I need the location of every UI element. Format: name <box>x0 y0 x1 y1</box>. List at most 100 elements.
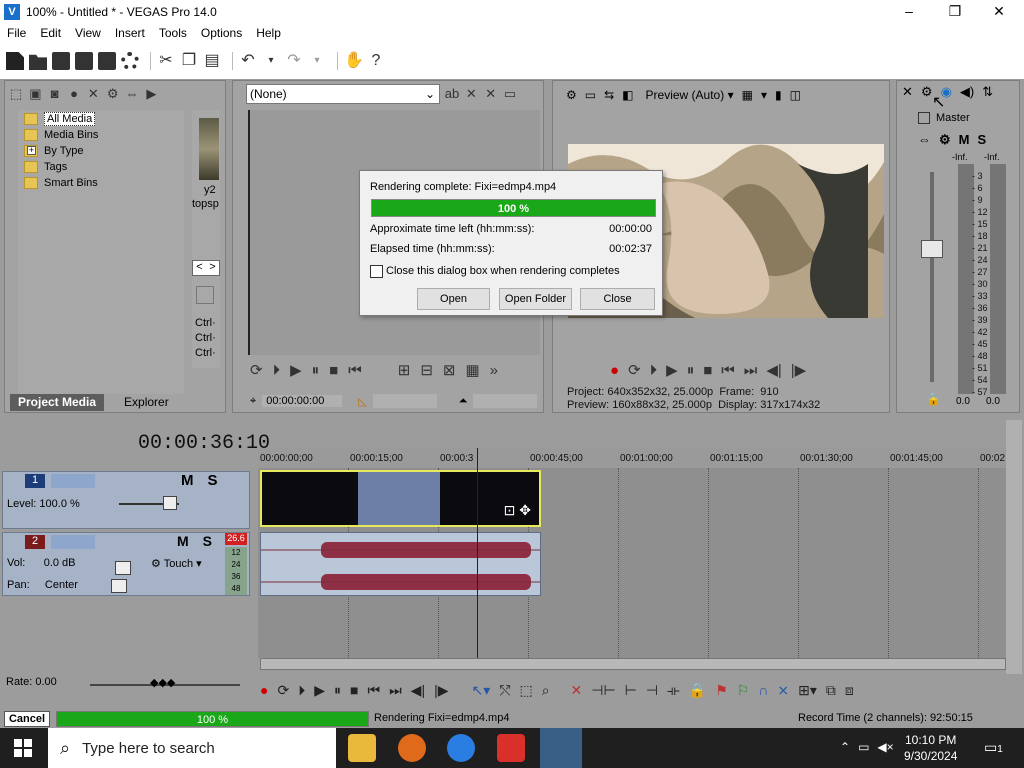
start-preview-icon[interactable]: ▶ <box>143 86 159 102</box>
open-folder-icon[interactable] <box>29 54 47 70</box>
video-solo-button[interactable]: S <box>208 472 218 489</box>
delete-icon[interactable]: ✕ <box>483 86 499 102</box>
master-fx-icon[interactable]: ⇔ <box>918 132 931 148</box>
spellcheck-icon[interactable]: ab <box>444 86 460 102</box>
downloader-icon[interactable] <box>497 734 525 762</box>
timeline-horizontal-scrollbar[interactable] <box>260 658 1006 670</box>
close-when-done-checkbox[interactable] <box>370 265 383 278</box>
chevron-down-icon[interactable]: ▾ <box>761 88 767 102</box>
save-as-icon[interactable] <box>75 52 93 70</box>
tab-project-media[interactable]: Project Media <box>10 394 105 411</box>
menu-file[interactable]: File <box>0 26 33 40</box>
timeline-ruler[interactable]: 00:00:00;00 00:00:15;00 00:00:3 00:00:45… <box>258 448 1006 468</box>
add-to-timeline-icon[interactable]: ⊞ <box>398 361 411 379</box>
open-button[interactable]: Open <box>417 288 490 310</box>
go-start-icon[interactable]: ⏮ <box>367 682 380 699</box>
insert-icon[interactable]: ⊟ <box>420 361 433 379</box>
save-snapshot-icon[interactable]: ◫ <box>790 88 801 102</box>
next-frame-icon[interactable]: |▶ <box>791 361 806 379</box>
tab-explorer[interactable]: Explorer <box>116 394 177 411</box>
stop-icon[interactable]: ■ <box>703 362 712 379</box>
cancel-render-button[interactable]: Cancel <box>4 711 50 727</box>
pan-slider-handle[interactable] <box>111 579 127 593</box>
properties-gear-icon[interactable] <box>121 52 139 70</box>
envelope-tool-icon[interactable]: ⤲ <box>499 682 510 699</box>
go-start-icon[interactable]: ⏮ <box>348 362 362 379</box>
open-folder-button[interactable]: Open Folder <box>499 288 572 310</box>
vol-slider-handle[interactable] <box>115 561 131 575</box>
tree-item-tags[interactable]: Tags <box>24 159 67 175</box>
clear-icon[interactable]: ✕ <box>463 86 479 102</box>
trimmer-media-select[interactable]: (None) ⌄ <box>246 84 440 104</box>
maximize-button[interactable]: ❐ <box>932 0 978 23</box>
audio-clip[interactable] <box>260 532 541 596</box>
master-properties-icon[interactable]: ⚙ <box>939 132 951 148</box>
fill-icon[interactable]: ▦ <box>465 361 479 379</box>
globe-icon[interactable]: ● <box>66 86 82 102</box>
file-explorer-icon[interactable] <box>348 734 376 762</box>
media-fx-icon[interactable]: ⇔ <box>124 86 140 102</box>
lock-icon[interactable]: 🔒 <box>926 392 941 406</box>
mixer-back-icon[interactable]: ✕ <box>902 84 913 102</box>
play-from-start-icon[interactable]: ⏵ <box>298 682 305 699</box>
record-icon[interactable]: ● <box>610 362 619 379</box>
prev-frame-icon[interactable]: ◀| <box>411 682 425 699</box>
new-file-icon[interactable] <box>6 52 24 70</box>
go-end-icon[interactable]: ⏭ <box>389 682 402 699</box>
pause-icon[interactable]: ⏸ <box>312 362 320 379</box>
trimmer-options-icon[interactable]: ▭ <box>502 86 518 102</box>
zoom-tool-icon[interactable]: ⌕ <box>542 682 550 699</box>
video-mute-button[interactable]: M <box>181 472 194 489</box>
minimize-button[interactable]: – <box>886 0 932 23</box>
stop-icon[interactable]: ■ <box>329 362 338 379</box>
marker-icon[interactable]: ⚑ <box>715 682 728 699</box>
close-window-button[interactable]: ✕ <box>976 0 1022 23</box>
downmix-icon[interactable]: ⇅ <box>982 84 993 102</box>
stop-icon[interactable]: ■ <box>350 682 358 698</box>
timeline-cursor[interactable] <box>477 448 478 658</box>
audio-solo-button[interactable]: S <box>203 533 212 549</box>
play-from-start-icon[interactable]: ⏵ <box>650 362 658 379</box>
chevron-up-icon[interactable]: ⌃ <box>840 740 850 754</box>
ripple-icon[interactable]: ⊞▾ <box>798 682 817 699</box>
menu-tools[interactable]: Tools <box>152 26 194 40</box>
save-icon[interactable] <box>52 52 70 70</box>
video-track-name-field[interactable] <box>51 474 95 488</box>
tree-item-smart-bins[interactable]: Smart Bins <box>24 175 98 191</box>
speaker-icon[interactable]: ◀) <box>960 84 974 102</box>
fx-icon[interactable]: ◧ <box>622 88 633 102</box>
rate-slider-handle[interactable]: ◆◆◆ <box>150 676 175 689</box>
go-start-icon[interactable]: ⏮ <box>721 362 735 379</box>
whats-this-help-icon[interactable]: ? <box>367 52 385 70</box>
overlays-icon[interactable]: ▦ <box>742 88 753 102</box>
play-icon[interactable]: ▶ <box>314 682 325 699</box>
delete-icon[interactable]: ✕ <box>571 682 583 699</box>
audio-mute-button[interactable]: M <box>177 533 189 549</box>
media-properties-icon[interactable]: ⚙ <box>105 86 121 102</box>
network-icon[interactable]: ▭ <box>858 740 869 754</box>
undo-icon[interactable]: ↶ <box>239 52 257 70</box>
split-screen-icon[interactable]: ⇆ <box>604 88 614 102</box>
split-icon[interactable]: ⟛ <box>667 682 680 699</box>
taskbar-clock[interactable]: 10:10 PM 9/30/2024 <box>904 732 957 764</box>
loop-icon[interactable]: ⟳ <box>250 361 263 379</box>
tree-item-all-media[interactable]: All Media <box>24 111 96 127</box>
taskbar-search-box[interactable]: ⌕ Type here to search <box>48 728 336 768</box>
touch-mode[interactable]: ⚙ Touch ▾ <box>151 557 202 570</box>
touch-tool-icon[interactable]: ✋ <box>344 52 364 70</box>
undo-dropdown-icon[interactable]: ▾ <box>262 52 280 70</box>
vegas-taskbar-icon[interactable] <box>540 728 582 768</box>
auto-crossfade-icon[interactable]: ⨯ <box>777 682 789 699</box>
overwrite-icon[interactable]: ⊠ <box>443 361 456 379</box>
paste-icon[interactable]: ▤ <box>203 52 221 70</box>
menu-edit[interactable]: Edit <box>33 26 68 40</box>
next-arrow-button[interactable]: > <box>209 261 215 275</box>
prev-frame-icon[interactable]: ◀| <box>766 361 781 379</box>
cut-icon[interactable]: ✂ <box>157 52 175 70</box>
normal-edit-tool-icon[interactable]: ↖▾ <box>471 682 490 699</box>
preview-quality[interactable]: Preview (Auto) ▾ <box>646 88 734 102</box>
volume-icon[interactable]: ◀× <box>877 740 893 754</box>
go-end-icon[interactable]: ⏭ <box>744 362 758 379</box>
selection-tool-icon[interactable]: ⬚ <box>519 682 532 699</box>
firefox-icon[interactable] <box>398 734 426 762</box>
